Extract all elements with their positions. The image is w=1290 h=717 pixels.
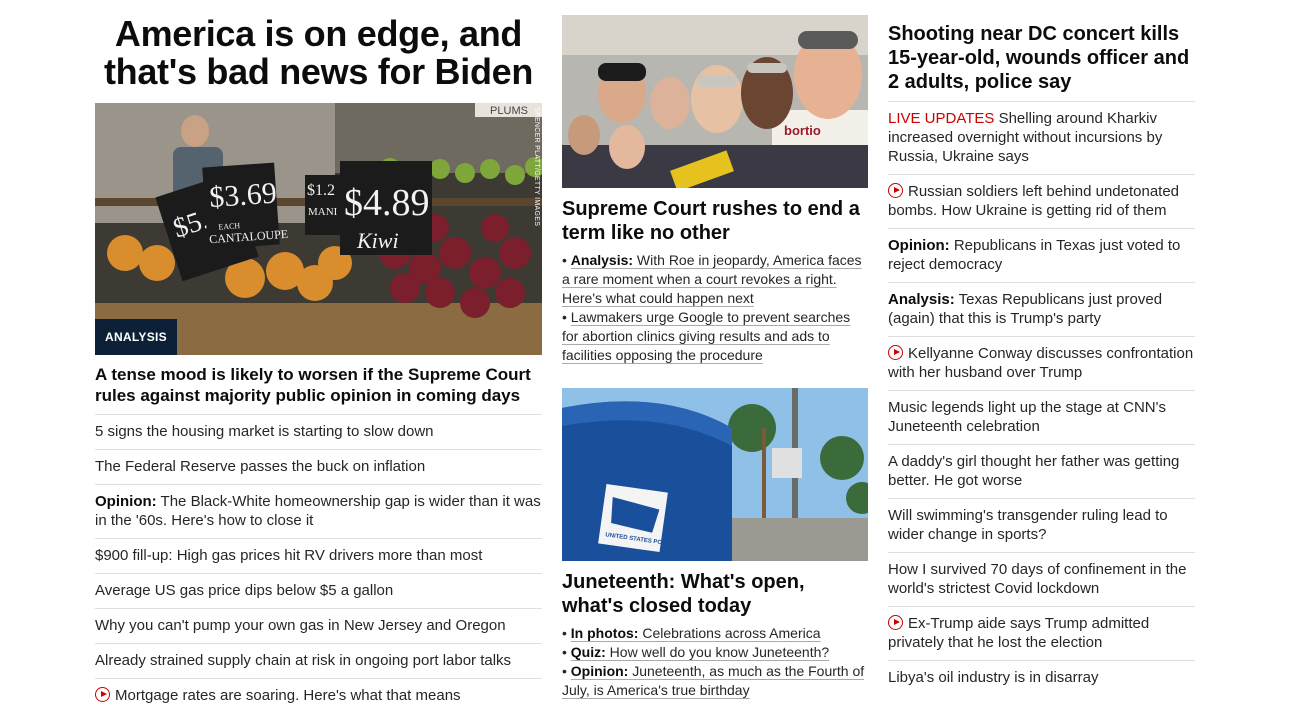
list-item[interactable]: A daddy's girl thought her father was ge…	[888, 444, 1195, 498]
list-item[interactable]: Music legends light up the stage at CNN'…	[888, 390, 1195, 444]
lead-column: America is on edge, and that's bad news …	[95, 0, 542, 713]
supreme-court-headline[interactable]: Supreme Court rushes to end a term like …	[562, 197, 868, 245]
mailbox-image[interactable]: UNITED STATES POSTAL SERVICE	[562, 388, 868, 561]
list-item[interactable]: How I survived 70 days of confinement in…	[888, 552, 1195, 606]
list-item[interactable]: LIVE UPDATES Shelling around Kharkiv inc…	[888, 101, 1195, 174]
list-item[interactable]: The Federal Reserve passes the buck on i…	[95, 449, 542, 484]
lead-headline[interactable]: America is on edge, and that's bad news …	[95, 15, 542, 91]
supreme-court-bullets: • Analysis: With Roe in jeopardy, Americ…	[562, 251, 868, 365]
list-item[interactable]: Already strained supply chain at risk in…	[95, 643, 542, 678]
svg-text:PLUMS: PLUMS	[490, 105, 528, 117]
hero-caption-link[interactable]: A tense mood is likely to worsen if the …	[95, 364, 542, 414]
mailbox-photo: UNITED STATES POSTAL SERVICE	[562, 388, 868, 561]
svg-text:bortio: bortio	[784, 123, 821, 138]
video-play-icon	[888, 345, 903, 360]
list-item[interactable]: $900 fill-up: High gas prices hit RV dri…	[95, 538, 542, 573]
svg-text:$1.2: $1.2	[307, 182, 335, 199]
svg-text:$4.89: $4.89	[344, 182, 430, 224]
list-item[interactable]: Mortgage rates are soaring. Here's what …	[95, 678, 542, 713]
bullet-link[interactable]: • In photos: Celebrations across America	[562, 624, 868, 643]
bullet-link[interactable]: • Quiz: How well do you know Juneteenth?	[562, 643, 868, 662]
protest-photo: bortio	[562, 15, 868, 188]
bullet-link[interactable]: • Analysis: With Roe in jeopardy, Americ…	[562, 251, 868, 308]
produce-photo: PLUMS $5.99 $3.69 EACH CANTALOUPE $1.2 M…	[95, 103, 542, 355]
video-play-icon	[95, 687, 110, 702]
list-item[interactable]: Ex-Trump aide says Trump admitted privat…	[888, 606, 1195, 660]
svg-text:Kiwi: Kiwi	[356, 228, 399, 253]
juneteenth-headline[interactable]: Juneteenth: What's open, what's closed t…	[562, 570, 868, 618]
list-item[interactable]: Kellyanne Conway discusses confrontation…	[888, 336, 1195, 390]
right-story-list: LIVE UPDATES Shelling around Kharkiv inc…	[888, 101, 1195, 695]
lead-story-list: 5 signs the housing market is starting t…	[95, 414, 542, 713]
svg-text:$3.69: $3.69	[208, 177, 278, 215]
bullet-link[interactable]: • Opinion: Juneteenth, as much as the Fo…	[562, 662, 868, 700]
photo-credit: SPENCER PLATT/GETTY IMAGES	[533, 107, 540, 227]
list-item[interactable]: Why you can't pump your own gas in New J…	[95, 608, 542, 643]
list-item[interactable]: Libya's oil industry is in disarray	[888, 660, 1195, 695]
juneteenth-bullets: • In photos: Celebrations across America…	[562, 624, 868, 700]
supreme-court-image[interactable]: bortio	[562, 15, 868, 188]
list-item[interactable]: Opinion: Republicans in Texas just voted…	[888, 228, 1195, 282]
live-updates-label: LIVE UPDATES	[888, 110, 995, 127]
list-item[interactable]: Analysis: Texas Republicans just proved …	[888, 282, 1195, 336]
hero-image[interactable]: PLUMS $5.99 $3.69 EACH CANTALOUPE $1.2 M…	[95, 103, 542, 355]
video-play-icon	[888, 183, 903, 198]
list-item[interactable]: Will swimming's transgender ruling lead …	[888, 498, 1195, 552]
list-item[interactable]: Opinion: The Black-White homeownership g…	[95, 484, 542, 538]
bullet-link[interactable]: • Lawmakers urge Google to prevent searc…	[562, 308, 868, 365]
list-item[interactable]: 5 signs the housing market is starting t…	[95, 414, 542, 449]
right-column: Shooting near DC concert kills 15-year-o…	[888, 0, 1195, 695]
video-play-icon	[888, 615, 903, 630]
list-item[interactable]: Average US gas price dips below $5 a gal…	[95, 573, 542, 608]
dc-shooting-headline[interactable]: Shooting near DC concert kills 15-year-o…	[888, 22, 1195, 101]
middle-column: bortio Supreme Court rushes to end a ter…	[562, 0, 868, 700]
analysis-badge: ANALYSIS	[95, 319, 177, 355]
svg-text:MANI: MANI	[308, 206, 338, 218]
list-item[interactable]: Russian soldiers left behind undetonated…	[888, 174, 1195, 228]
